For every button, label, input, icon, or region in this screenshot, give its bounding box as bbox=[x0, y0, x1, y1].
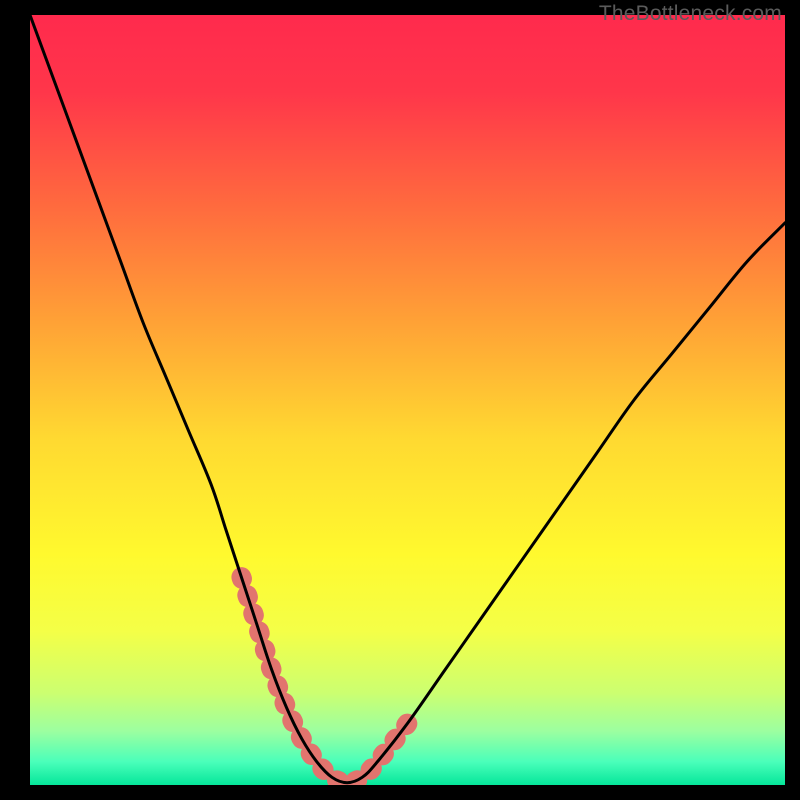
plot-area bbox=[30, 15, 785, 785]
watermark-text: TheBottleneck.com bbox=[599, 2, 782, 26]
chart-frame: TheBottleneck.com bbox=[0, 0, 800, 800]
bottleneck-curve bbox=[30, 15, 785, 785]
